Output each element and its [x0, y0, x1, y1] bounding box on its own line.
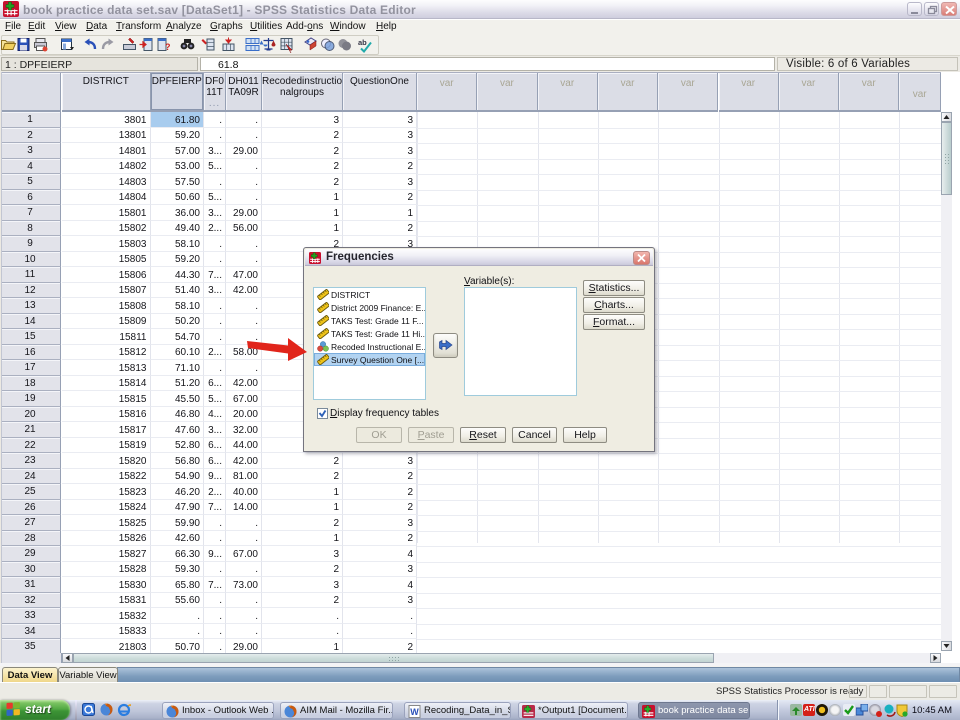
- svg-text:W: W: [410, 707, 419, 717]
- svg-text:ab: ab: [358, 38, 367, 47]
- svg-text:?: ?: [165, 42, 171, 52]
